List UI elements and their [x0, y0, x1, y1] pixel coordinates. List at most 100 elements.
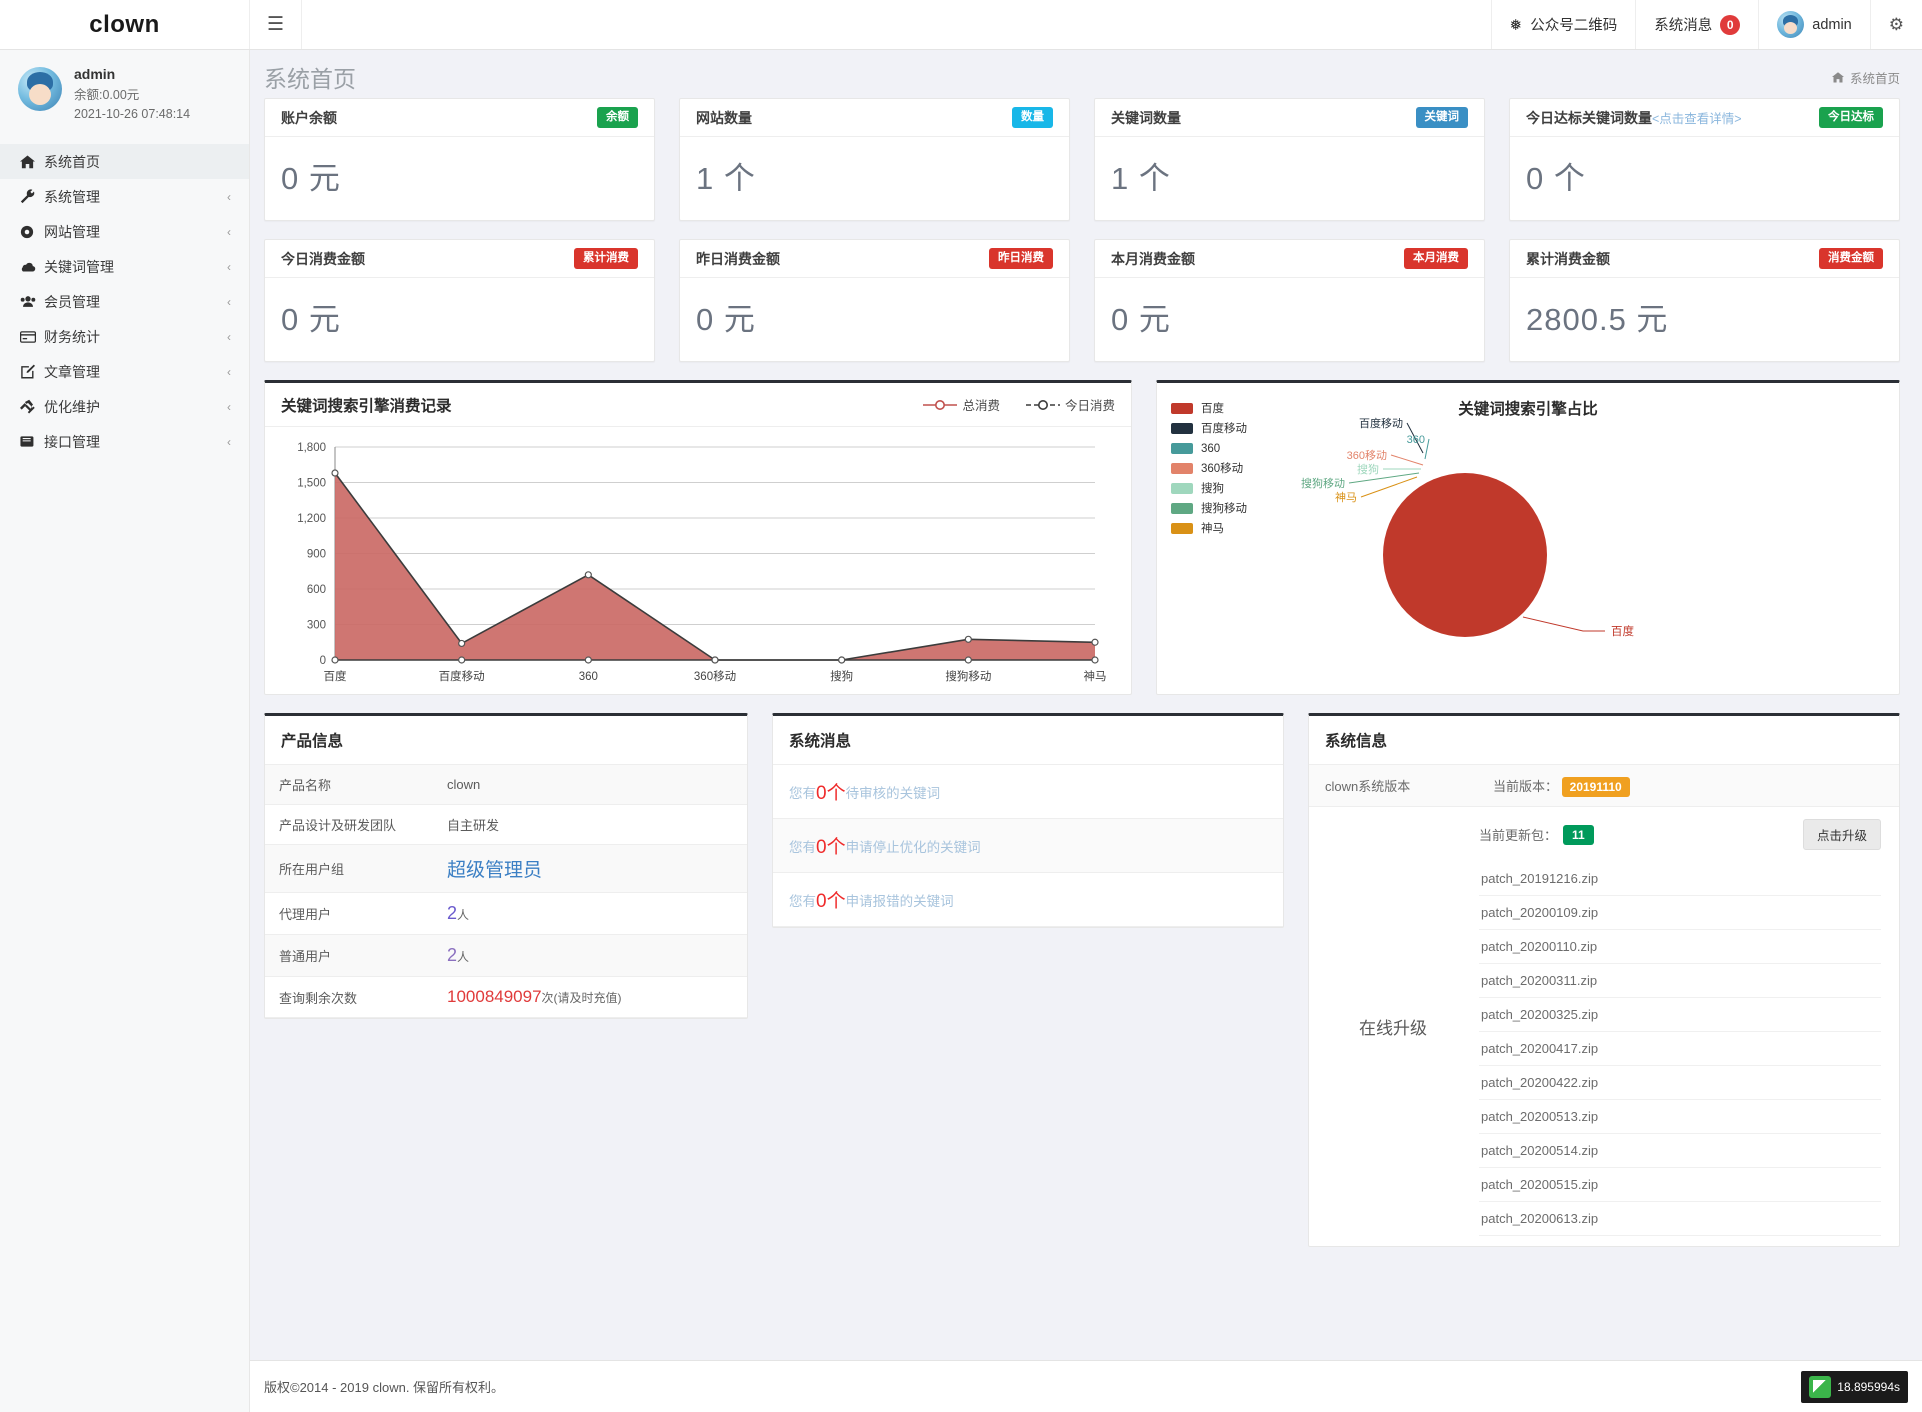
patch-list-item[interactable]: patch_20200311.zip [1479, 964, 1881, 998]
stat-card-body: 1 个 [680, 137, 1069, 220]
performance-time: 18.895994s [1837, 1379, 1900, 1394]
performance-badge: 18.895994s [1801, 1370, 1908, 1403]
stat-card-body: 0 元 [265, 278, 654, 361]
x-axis-tick-label: 360移动 [694, 670, 736, 683]
sidebar-item-website-management[interactable]: 网站管理 ‹ [0, 214, 249, 249]
stat-card-header: 昨日消费金额 昨日消费 [680, 240, 1069, 278]
sidebar-item-member-management[interactable]: 会员管理 ‹ [0, 284, 249, 319]
legend-swatch [1171, 423, 1193, 434]
y-axis-tick-label: 1,800 [297, 442, 326, 454]
upgrade-button[interactable]: 点击升级 [1802, 819, 1881, 850]
line-chart-svg: 0 300 600 900 1,200 1,500 1,800 百度 百度移动 360 360移动 搜… [297, 442, 1107, 683]
chevron-left-icon: ‹ [227, 399, 231, 414]
copyright-text: 版权©2014 - 2019 clown. 保留所有权利。 [264, 1380, 505, 1395]
current-version-badge: 20191110 [1561, 777, 1630, 797]
agent-user-count: 2 [447, 903, 458, 923]
topbar-item-settings[interactable]: ⚙ [1869, 0, 1922, 49]
unit: 人 [457, 908, 470, 922]
topbar-item-user[interactable]: admin [1758, 0, 1870, 49]
y-axis-tick-label: 1,200 [297, 513, 326, 525]
sidebar-item-optimization-maintenance[interactable]: 优化维护 ‹ [0, 389, 249, 424]
legend-label: 总消费 [962, 399, 1000, 413]
topbar-username: admin [1812, 16, 1852, 33]
charts-row: 关键词搜索引擎消费记录 总消费 今日消费 0 300 600 900 1,200… [250, 380, 1922, 695]
chevron-left-icon: ‹ [227, 294, 231, 309]
patch-list-item[interactable]: patch_20200422.zip [1479, 1066, 1881, 1100]
sidebar-item-finance-statistics[interactable]: 财务统计 ‹ [0, 319, 249, 354]
current-version-label: 当前版本： [1493, 779, 1559, 794]
stat-card-keyword-count: 关键词数量 关键词 1 个 [1094, 98, 1485, 221]
legend-swatch [1171, 443, 1193, 454]
top-navbar: clown ☰ ❅ 公众号二维码 系统消息 0 admin ⚙ [0, 0, 1922, 50]
legend-item-today[interactable]: 今日消费 [1025, 395, 1115, 414]
patch-list-item[interactable]: patch_20200513.zip [1479, 1100, 1881, 1134]
stat-card-body: 0 个 [1510, 137, 1899, 220]
sidebar-item-label: 文章管理 [44, 363, 100, 380]
package-label: 当前更新包： [1479, 828, 1558, 843]
pie-callout-label: 搜狗 [1357, 462, 1379, 476]
package-count-badge: 11 [1563, 824, 1594, 845]
system-info-header: 系统信息 [1309, 716, 1899, 765]
message-count: 0 [816, 891, 827, 912]
stat-card-header: 今日消费金额 累计消费 [265, 240, 654, 278]
stat-card-body: 0 元 [265, 137, 654, 220]
profile-balance: 余额:0.00元 [74, 87, 140, 102]
sidebar-item-system-management[interactable]: 系统管理 ‹ [0, 179, 249, 214]
message-prefix: 您有 [789, 786, 816, 801]
stat-card-body: 2800.5 元 [1510, 278, 1899, 361]
message-item-pending-review[interactable]: 您有0个待审核的关键词 [773, 765, 1283, 819]
stat-value: 0 元 [1111, 302, 1171, 337]
legend-item-total[interactable]: 总消费 [923, 395, 1000, 414]
table-row: 产品设计及研发团队 自主研发 [265, 804, 747, 845]
brand-logo[interactable]: clown [0, 0, 250, 49]
sidebar-item-keyword-management[interactable]: 关键词管理 ‹ [0, 249, 249, 284]
sidebar-item-interface-management[interactable]: 接口管理 ‹ [0, 424, 249, 459]
sidebar-item-home[interactable]: 系统首页 [0, 144, 249, 180]
line-chart-legend: 总消费 今日消费 [923, 395, 1115, 414]
online-upgrade-cell: 在线升级 [1309, 807, 1477, 1247]
stat-card-title: 今日消费金额 [281, 250, 365, 267]
stats-row-2: 今日消费金额 累计消费 0 元 昨日消费金额 昨日消费 0 元 本月消费金额 本… [250, 239, 1922, 362]
pie-callout-label: 360 [1407, 434, 1425, 446]
sidebar-toggle-icon[interactable]: ☰ [250, 0, 302, 49]
patch-list-item[interactable]: patch_20200417.zip [1479, 1032, 1881, 1066]
legend-label: 360 [1201, 443, 1220, 455]
profile-username: admin [74, 66, 116, 82]
line-chart-title: 关键词搜索引擎消费记录 [281, 397, 452, 415]
message-item-stop-optimization[interactable]: 您有0个申请停止优化的关键词 [773, 819, 1283, 873]
chevron-left-icon: ‹ [227, 329, 231, 344]
legend-label: 360移动 [1201, 462, 1243, 475]
message-item-report-error[interactable]: 您有0个申请报错的关键词 [773, 873, 1283, 927]
sidebar-item-article-management[interactable]: 文章管理 ‹ [0, 354, 249, 389]
patch-list-item[interactable]: patch_20200514.zip [1479, 1134, 1881, 1168]
row-value: 2人 [433, 934, 747, 977]
unit: 次(请及时充值) [541, 991, 622, 1005]
patch-list-item[interactable]: patch_20200613.zip [1479, 1202, 1881, 1236]
row-value: 2人 [433, 892, 747, 935]
panel-title: 产品信息 [281, 733, 344, 750]
patch-list-item[interactable]: patch_20200325.zip [1479, 998, 1881, 1032]
page-title: 系统首页 [264, 66, 356, 92]
system-messages-panel: 系统消息 您有0个待审核的关键词 您有0个申请停止优化的关键词 您有0个申请报错… [772, 713, 1284, 928]
message-unit: 个 [826, 837, 846, 858]
view-details-link[interactable]: <点击查看详情> [1652, 108, 1742, 127]
patch-list-item[interactable]: patch_20200109.zip [1479, 896, 1881, 930]
sidebar-item-label: 财务统计 [44, 328, 100, 345]
users-icon [20, 295, 44, 308]
patch-list-item[interactable]: patch_20200515.zip [1479, 1168, 1881, 1202]
version-value-cell: 当前版本： 20191110 [1477, 765, 1899, 807]
pie-callout-label: 360移动 [1347, 449, 1387, 462]
topbar-item-system-messages[interactable]: 系统消息 0 [1635, 0, 1758, 49]
data-point [331, 656, 339, 664]
row-label: 普通用户 [265, 934, 433, 977]
chevron-left-icon: ‹ [227, 434, 231, 449]
stat-card-header: 本月消费金额 本月消费 [1095, 240, 1484, 278]
stats-row-1: 账户余额 余额 0 元 网站数量 数量 1 个 关键词数量 关键词 1 个 今日… [250, 98, 1922, 221]
panel-title: 系统信息 [1325, 733, 1388, 750]
version-label: clown系统版本 [1309, 765, 1477, 807]
topbar-item-wechat-qrcode[interactable]: ❅ 公众号二维码 [1490, 0, 1636, 49]
patch-list-item[interactable]: patch_20191216.zip [1479, 862, 1881, 896]
stat-card-today-spend: 今日消费金额 累计消费 0 元 [264, 239, 655, 362]
patch-list-item[interactable]: patch_20200110.zip [1479, 930, 1881, 964]
x-axis-tick-label: 神马 [1084, 669, 1107, 683]
